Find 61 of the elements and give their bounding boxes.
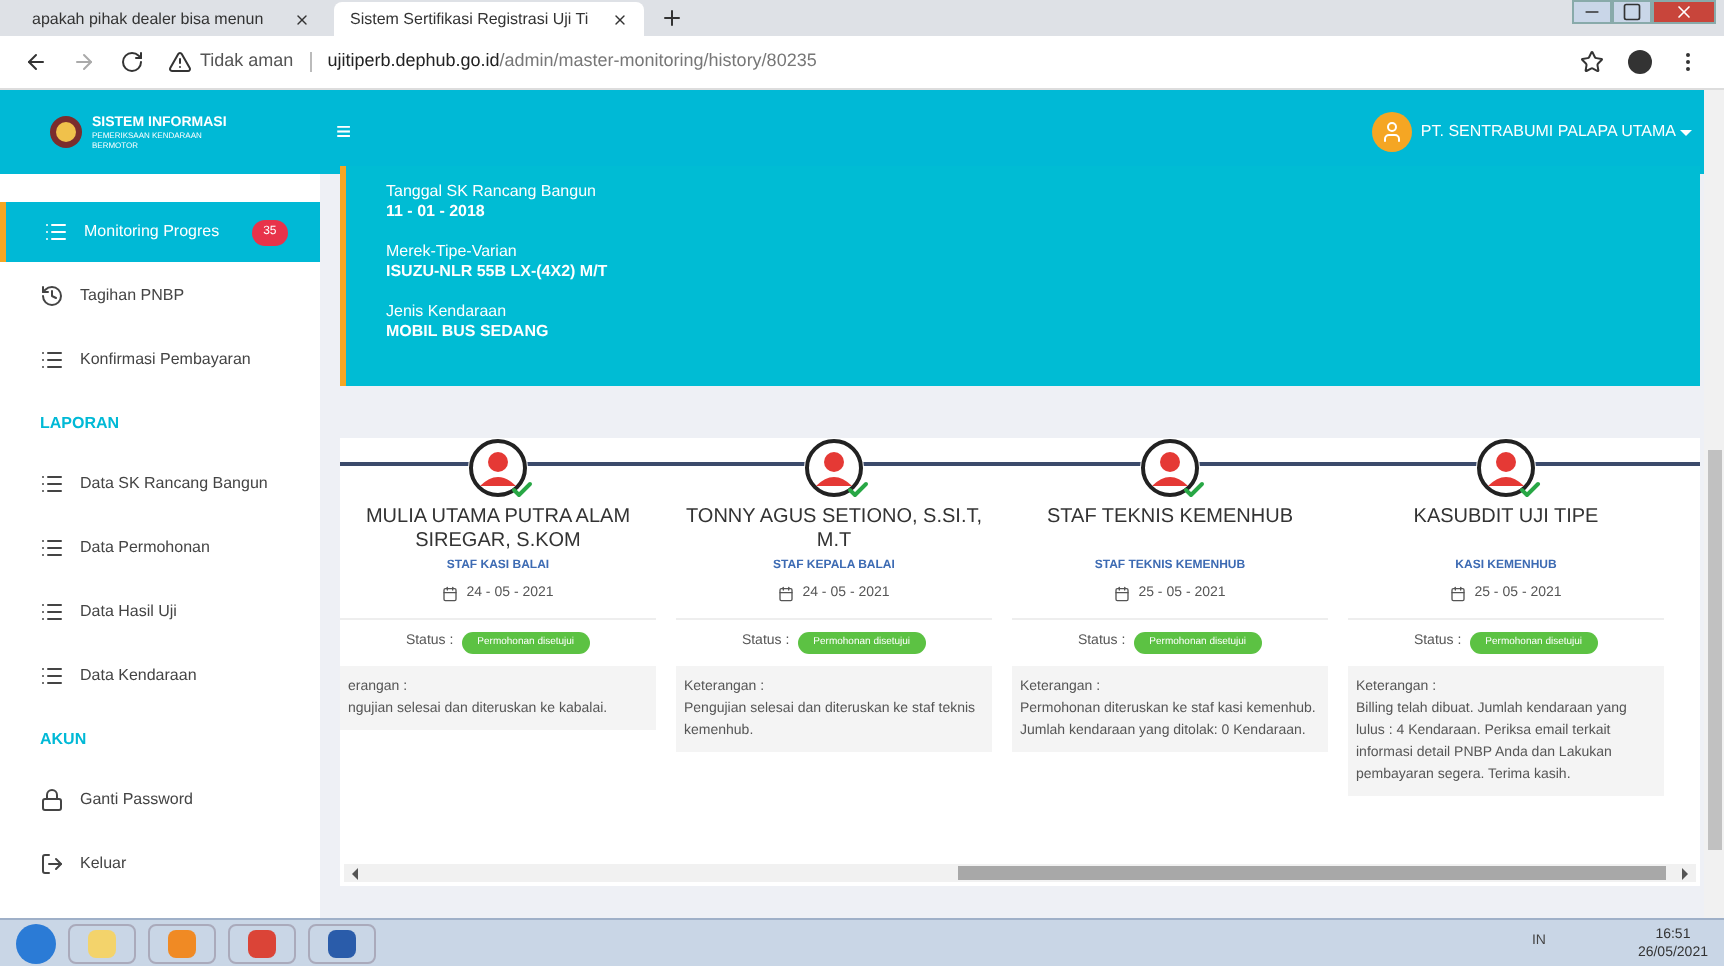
vertical-scrollbar[interactable] xyxy=(1704,90,1724,918)
sidebar-label: Data Hasil Uji xyxy=(80,600,177,624)
person-name: KASUBDIT UJI TIPE xyxy=(1413,506,1599,532)
sidebar-label: Keluar xyxy=(80,852,127,876)
sidebar-item[interactable]: Data Hasil Uji xyxy=(0,582,320,642)
calendar-icon xyxy=(778,586,795,603)
sidebar-item[interactable]: Data Kendaraan xyxy=(0,646,320,706)
reload-icon[interactable] xyxy=(120,50,144,74)
sidebar-label: Data SK Rancang Bangun xyxy=(80,472,268,496)
info-value: MOBIL BUS SEDANG xyxy=(386,322,551,342)
logo-icon xyxy=(48,114,84,150)
lock-icon xyxy=(40,788,64,812)
sidebar-heading: AKUN xyxy=(38,728,89,752)
close-icon[interactable] xyxy=(612,11,628,27)
minimize-icon[interactable] xyxy=(1572,0,1612,24)
bookmark-icon[interactable] xyxy=(1580,50,1604,74)
info-label: Merek-Tipe-Varian xyxy=(386,242,519,262)
sidebar-item[interactable]: Keluar xyxy=(0,834,320,894)
start-button[interactable] xyxy=(16,923,56,963)
person-name: STAF TEKNIS KEMENHUB xyxy=(1047,506,1293,532)
maximize-icon[interactable] xyxy=(1612,0,1652,24)
sidebar-label: Ganti Password xyxy=(80,788,193,812)
sidebar-label: Tagihan PNBP xyxy=(80,284,185,308)
url-text[interactable]: ujitiperb.dephub.go.id/admin/master-monitoring/history/80235 xyxy=(327,48,817,76)
scroll-left-icon[interactable] xyxy=(352,867,358,879)
calendar-icon xyxy=(1114,586,1131,603)
tab-title: Sistem Sertifikasi Registrasi Uji Ti xyxy=(350,7,591,31)
person-name: MULIA UTAMA PUTRA ALAM SIREGAR, S.KOM xyxy=(363,506,633,554)
new-tab-icon[interactable] xyxy=(660,6,684,30)
horizontal-scrollbar[interactable] xyxy=(344,864,1696,882)
info-label: Jenis Kendaraan xyxy=(386,302,509,322)
info-value: 11 - 01 - 2018 xyxy=(386,202,487,222)
taskbar-app-icon[interactable] xyxy=(308,923,376,963)
calendar-icon xyxy=(442,586,459,603)
logout-icon xyxy=(40,852,64,876)
tab-title: apakah pihak dealer bisa menun xyxy=(32,7,266,31)
sidebar-item[interactable]: Data SK Rancang Bangun xyxy=(0,454,320,514)
sidebar-label: Monitoring Progres xyxy=(84,220,220,244)
security-label: Tidak aman xyxy=(200,48,294,75)
sidebar-label: Konfirmasi Pembayaran xyxy=(80,348,251,372)
profile-avatar[interactable] xyxy=(1628,50,1652,74)
calendar-icon xyxy=(1450,586,1467,603)
sidebar-label: Data Kendaraan xyxy=(80,664,197,688)
info-value: ISUZU-NLR 55B LX-(4X2) M/T xyxy=(386,262,610,282)
person-name: TONNY AGUS SETIONO, S.SI.T, M.T xyxy=(684,506,984,554)
info-label: Tanggal SK Rancang Bangun xyxy=(386,182,598,202)
back-icon[interactable] xyxy=(24,50,48,74)
browser-tab[interactable]: Sistem Sertifikasi Registrasi Uji Ti xyxy=(334,2,644,36)
sidebar-item[interactable]: Data Permohonan xyxy=(0,518,320,578)
sidebar-heading: LAPORAN xyxy=(38,412,122,436)
sidebar-item[interactable]: Tagihan PNBP xyxy=(0,266,320,326)
taskbar-app-icon[interactable] xyxy=(228,923,296,963)
sidebar-item[interactable]: Ganti Password xyxy=(0,770,320,830)
history-icon xyxy=(40,284,64,308)
scroll-right-icon[interactable] xyxy=(1682,867,1688,879)
sidebar-item[interactable]: Konfirmasi Pembayaran xyxy=(0,330,320,390)
user-avatar[interactable] xyxy=(1372,112,1413,152)
warning-icon xyxy=(168,50,192,74)
close-icon[interactable] xyxy=(294,11,310,27)
sidebar-label: Data Permohonan xyxy=(80,536,210,560)
user-icon xyxy=(1380,120,1405,144)
